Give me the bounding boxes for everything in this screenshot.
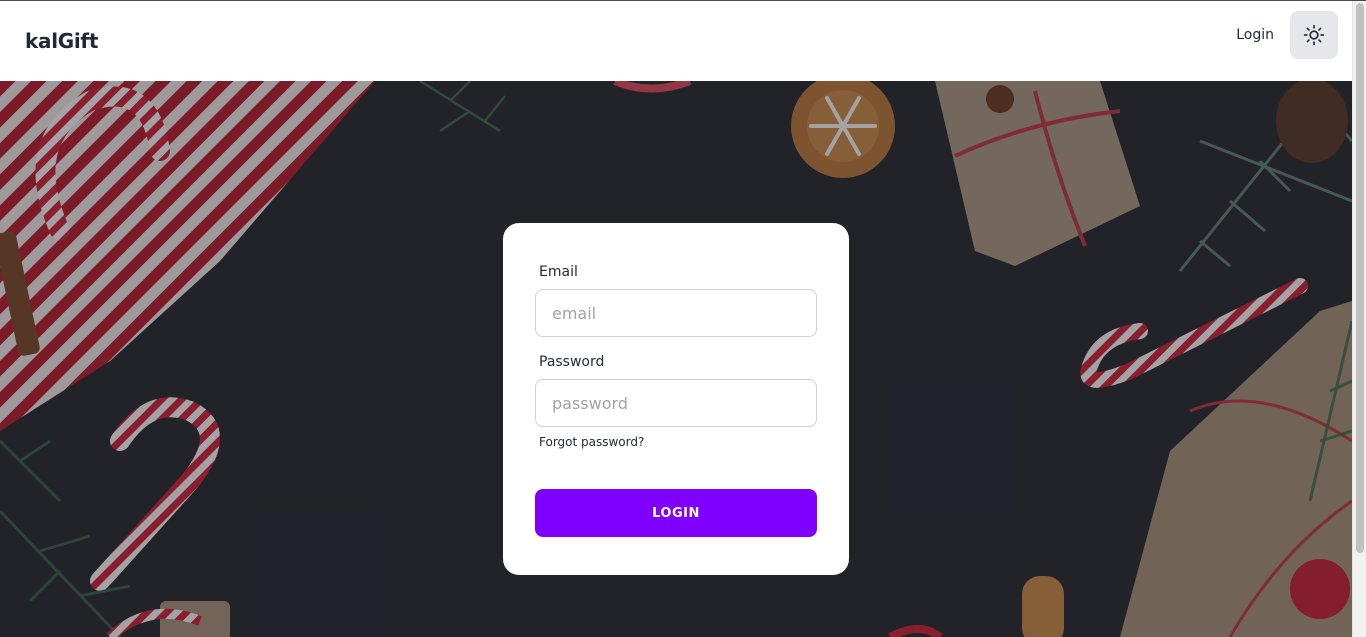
- scrollbar-thumb[interactable]: [1356, 3, 1364, 553]
- nav-actions: Login: [1236, 11, 1338, 65]
- nav-login-link[interactable]: Login: [1236, 27, 1274, 43]
- brand-logo[interactable]: kalGift: [25, 29, 98, 53]
- navbar: kalGift Login: [0, 1, 1352, 81]
- login-card: Email Password Forgot password? LOGIN: [503, 223, 849, 575]
- password-label: Password: [539, 354, 605, 370]
- sun-icon: [1303, 24, 1325, 46]
- email-input[interactable]: [535, 289, 817, 337]
- theme-toggle-button[interactable]: [1290, 11, 1338, 59]
- login-button[interactable]: LOGIN: [535, 489, 817, 537]
- forgot-password-link[interactable]: Forgot password?: [539, 435, 817, 449]
- field-spacer: [535, 337, 817, 345]
- password-input[interactable]: [535, 379, 817, 427]
- page-scrollbar[interactable]: [1352, 1, 1366, 637]
- email-label: Email: [539, 264, 578, 280]
